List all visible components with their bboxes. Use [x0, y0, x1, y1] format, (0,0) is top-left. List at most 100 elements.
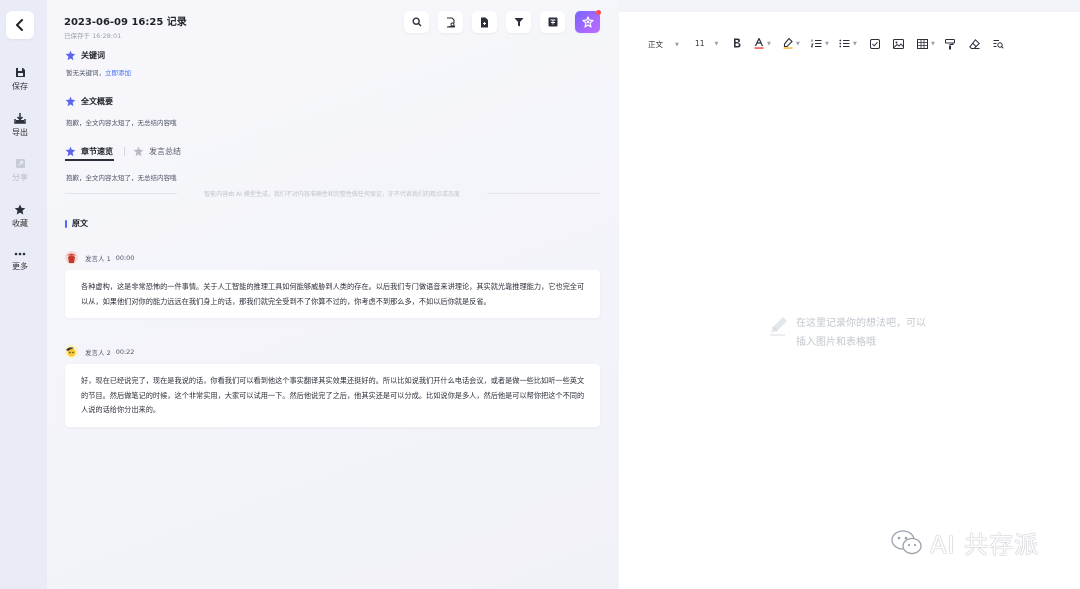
back-button[interactable] [6, 11, 34, 39]
pen-icon [767, 315, 789, 341]
summary-text: 抱歉，全文内容太短了，无总结内容哦 [66, 119, 177, 127]
translate-button[interactable] [540, 11, 565, 33]
paragraph-style-select[interactable]: 正文 ▼ [648, 39, 679, 50]
ai-assistant-button[interactable] [575, 10, 601, 33]
original-heading: 原文 [65, 218, 88, 229]
search-button[interactable] [404, 11, 429, 33]
tab-divider [124, 147, 125, 156]
avatar[interactable] [65, 345, 78, 358]
ordered-list-button[interactable]: ▼ [811, 39, 829, 48]
export-icon [14, 113, 26, 124]
tab-speaker-summary[interactable]: 发言总结 [133, 146, 181, 157]
text-color-button[interactable]: ▼ [754, 38, 771, 49]
chevron-down-icon: ▼ [825, 40, 829, 47]
doc-search-icon [446, 16, 455, 28]
tab-chapter-overview[interactable]: 章节速览 [65, 146, 113, 157]
ordered-list-icon [811, 39, 822, 48]
left-rail: 保存 导出 分享 收藏 更多 [0, 0, 47, 589]
star-icon [14, 204, 26, 215]
search-icon [411, 17, 421, 27]
font-size-value: 11 [695, 39, 705, 48]
filter-button[interactable] [506, 11, 531, 33]
eraser-icon [969, 39, 980, 49]
save-icon [15, 68, 25, 77]
speaker-row: 发言人 2 00:22 [65, 345, 134, 358]
insert-table-button[interactable]: ▼ [917, 39, 935, 49]
rail-export-label: 导出 [12, 128, 28, 137]
rail-favorite-button[interactable]: 收藏 [0, 204, 40, 229]
summary-panel: 2023-06-09 16:25 记录 已保存于 16:28:01 关键词 暂无… [47, 0, 618, 589]
editor-placeholder-line-1: 在这里记录你的想法吧，可以 [796, 318, 926, 329]
avatar-image-icon [65, 345, 78, 358]
watermark-text: AI 共存派 [930, 531, 1040, 559]
share-icon [15, 159, 25, 168]
bullet-list-icon [839, 39, 850, 48]
paragraph-style-value: 正文 [648, 40, 663, 49]
ai-disclaimer: 智能内容由 AI 模型生成，我们不对内容准确性和完整性做任何保证，亦不代表我们的… [204, 191, 460, 198]
speaker-name: 发言人 2 [85, 348, 111, 357]
rail-save-button[interactable]: 保存 [0, 67, 40, 92]
keywords-heading: 关键词 [65, 50, 105, 61]
file-icon [481, 17, 488, 27]
table-icon [917, 39, 928, 49]
keywords-heading-label: 关键词 [81, 51, 105, 60]
watermark: AI 共存派 [890, 525, 1039, 560]
doc-search-button[interactable] [438, 11, 463, 33]
editor-placeholder: 在这里记录你的想法吧，可以 插入图片和表格哦 [796, 314, 966, 352]
bold-button[interactable] [733, 38, 741, 48]
speaker-row: 发言人 1 00:00 [65, 251, 134, 264]
speaker-timestamp[interactable]: 00:00 [116, 254, 135, 262]
rail-more-button[interactable]: 更多 [0, 250, 40, 272]
chevron-down-icon: ▼ [714, 40, 719, 47]
checkbox-icon [870, 39, 880, 49]
chevron-down-icon: ▼ [931, 41, 935, 47]
tab-speaker-summary-label: 发言总结 [149, 147, 181, 156]
rail-save-label: 保存 [12, 82, 28, 91]
active-tab-indicator [65, 159, 114, 161]
keywords-empty-text: 暂无关键词， [66, 69, 105, 77]
rail-favorite-label: 收藏 [12, 219, 28, 228]
original-heading-label: 原文 [72, 219, 88, 228]
speaker-name: 发言人 1 [85, 254, 111, 263]
rail-share-button[interactable]: 分享 [0, 158, 40, 183]
avatar[interactable] [65, 251, 78, 264]
keywords-text: 暂无关键词，立即添加 [66, 67, 131, 77]
more-icon [14, 252, 26, 256]
chapter-overview-text: 抱歉，全文内容太短了，无总结内容哦 [66, 174, 177, 182]
notes-editor[interactable]: 正文 ▼ 11 ▼ ▼ ▼ ▼ ▼ ▼ 在这里记录你的想法吧，可以 插入图片和表… [619, 12, 1080, 589]
ai-sparkle-icon [65, 146, 76, 157]
chevron-down-icon: ▼ [675, 41, 679, 48]
find-replace-button[interactable] [993, 39, 1004, 49]
checklist-button[interactable] [870, 39, 880, 49]
ai-sparkle-icon [65, 96, 76, 107]
record-title: 2023-06-09 16:25 记录 [64, 17, 187, 28]
chevron-left-icon [16, 19, 23, 31]
wechat-icon [891, 529, 922, 554]
transcript-segment[interactable]: 各种虚构，这是非常恐怖的一件事情。关于人工智能的推理工具如何能够威胁到人类的存在… [65, 270, 600, 318]
text-color-icon [754, 38, 764, 49]
ai-sparkle-icon [133, 146, 144, 157]
summary-heading-label: 全文概要 [81, 97, 113, 106]
format-painter-button[interactable] [945, 39, 955, 50]
bold-icon [734, 38, 741, 48]
image-icon [893, 39, 904, 49]
speaker-timestamp[interactable]: 00:22 [116, 348, 135, 356]
rail-more-label: 更多 [12, 262, 28, 271]
rail-share-label: 分享 [12, 173, 28, 182]
insert-image-button[interactable] [893, 39, 904, 49]
add-keywords-link[interactable]: 立即添加 [105, 69, 131, 77]
transcript-segment[interactable]: 好，现在已经说完了，现在是我说的话，你看我们可以看到他这个事实翻译其实效果还挺好… [65, 364, 600, 427]
file-button[interactable] [472, 11, 497, 33]
rail-export-button[interactable]: 导出 [0, 113, 40, 138]
find-replace-icon [993, 40, 1004, 49]
highlighter-icon [783, 38, 793, 49]
bullet-list-button[interactable]: ▼ [839, 39, 857, 48]
summary-heading: 全文概要 [65, 96, 113, 107]
ai-assistant-icon [581, 16, 594, 28]
highlight-button[interactable]: ▼ [783, 38, 800, 49]
editor-placeholder-line-2: 插入图片和表格哦 [796, 337, 876, 348]
tab-chapter-overview-label: 章节速览 [81, 147, 113, 156]
clear-format-button[interactable] [969, 39, 980, 49]
font-size-select[interactable]: 11 ▼ [695, 39, 718, 48]
ai-sparkle-icon [65, 50, 76, 61]
